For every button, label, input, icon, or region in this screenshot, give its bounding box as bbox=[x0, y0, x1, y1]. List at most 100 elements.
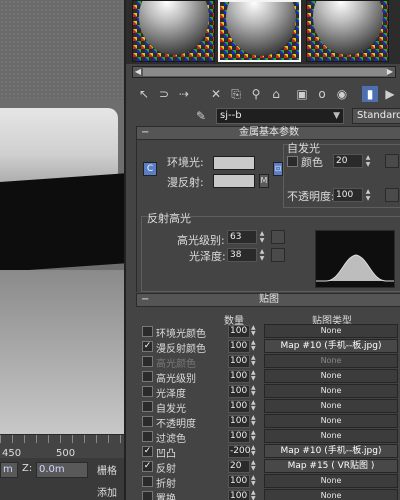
dropdown-arrow-icon[interactable]: ▼ bbox=[333, 109, 340, 123]
map-slot-button[interactable]: None bbox=[264, 354, 398, 368]
specular-level-map-button[interactable] bbox=[271, 230, 285, 244]
self-illum-value-field[interactable]: 20 bbox=[333, 154, 363, 168]
map-slot-button[interactable]: Map #15 ( VR贴图 ) bbox=[264, 459, 398, 473]
map-amount-field[interactable]: 100 bbox=[228, 475, 250, 488]
map-amount-field[interactable]: 100 bbox=[228, 355, 250, 368]
map-enable-checkbox[interactable] bbox=[142, 371, 153, 382]
material-name-field[interactable]: sj--b ▼ bbox=[216, 108, 344, 124]
map-enable-checkbox[interactable]: ✓ bbox=[142, 446, 153, 457]
sample-slot-scrollbar[interactable]: ◀ ▶ bbox=[132, 66, 396, 78]
sample-slot-1[interactable] bbox=[132, 0, 215, 62]
map-enable-checkbox[interactable] bbox=[142, 491, 153, 500]
map-amount-field[interactable]: 100 bbox=[228, 430, 250, 443]
spinner-arrows-icon[interactable]: ▲ ▼ bbox=[259, 230, 265, 244]
spinner-arrows-icon[interactable]: ▲ ▼ bbox=[251, 460, 257, 473]
map-amount-field[interactable]: 100 bbox=[228, 415, 250, 428]
spinner-arrows-icon[interactable]: ▲ ▼ bbox=[251, 340, 257, 353]
time-ruler[interactable]: 450 500 bbox=[0, 434, 124, 459]
spinner-arrows-icon[interactable]: ▲ ▼ bbox=[251, 415, 257, 428]
go-sibling-icon[interactable]: ▶ bbox=[382, 86, 398, 102]
map-slot-button[interactable]: None bbox=[264, 399, 398, 413]
phone-model-side[interactable] bbox=[0, 173, 124, 272]
map-slot-button[interactable]: None bbox=[264, 414, 398, 428]
spinner-arrows-icon[interactable]: ▲ ▼ bbox=[251, 400, 257, 413]
map-slot-button[interactable]: None bbox=[264, 384, 398, 398]
ambient-color-swatch[interactable] bbox=[213, 156, 255, 170]
map-enable-checkbox[interactable] bbox=[142, 356, 153, 367]
specular-level-field[interactable]: 63 bbox=[227, 230, 257, 244]
map-amount-field[interactable]: 100 bbox=[228, 400, 250, 413]
map-slot-button[interactable]: None bbox=[264, 429, 398, 443]
spinner-arrows-icon[interactable]: ▲ ▼ bbox=[251, 325, 257, 338]
reset-icon[interactable]: ✕ bbox=[208, 86, 224, 102]
glossiness-map-button[interactable] bbox=[271, 248, 285, 262]
get-material-icon[interactable]: ↖ bbox=[136, 86, 152, 102]
diffuse-map-button[interactable]: M bbox=[259, 174, 269, 188]
map-enable-checkbox[interactable]: ✓ bbox=[142, 461, 153, 472]
maps-rollout-header[interactable]: − 贴图 bbox=[136, 293, 400, 307]
map-amount-field[interactable]: 100 bbox=[228, 340, 250, 353]
scroll-right-icon[interactable]: ▶ bbox=[385, 67, 395, 77]
map-enable-checkbox[interactable] bbox=[142, 476, 153, 487]
map-amount-field[interactable]: 100 bbox=[228, 490, 250, 500]
go-parent-icon[interactable]: ▮ bbox=[362, 86, 378, 102]
spinner-arrows-icon[interactable]: ▲ ▼ bbox=[259, 248, 265, 262]
copy-icon[interactable]: ⎘ bbox=[228, 86, 244, 102]
show-end-icon[interactable]: ◉ bbox=[334, 86, 350, 102]
spinner-arrows-icon[interactable]: ▲ ▼ bbox=[251, 445, 257, 458]
map-enable-checkbox[interactable] bbox=[142, 416, 153, 427]
spinner-arrows-icon[interactable]: ▲ ▼ bbox=[365, 188, 371, 202]
map-amount-field[interactable]: 100 bbox=[228, 325, 250, 338]
add-time-tag-button[interactable]: 添加 bbox=[97, 484, 124, 500]
scroll-thumb[interactable] bbox=[143, 68, 387, 76]
spinner-arrows-icon[interactable]: ▲ ▼ bbox=[251, 490, 257, 500]
unique-icon[interactable]: ⚲ bbox=[248, 86, 264, 102]
map-slot-button[interactable]: None bbox=[264, 369, 398, 383]
material-id-icon[interactable]: ▣ bbox=[294, 86, 310, 102]
self-illum-color-checkbox[interactable] bbox=[287, 156, 298, 167]
self-illum-map-button[interactable] bbox=[385, 154, 399, 168]
collapse-icon[interactable]: − bbox=[141, 294, 149, 306]
z-coordinate-field[interactable]: 0.0m bbox=[36, 462, 88, 478]
put-to-scene-icon[interactable]: ⊃ bbox=[156, 86, 172, 102]
collapse-icon[interactable]: − bbox=[141, 127, 149, 139]
phone-model-base[interactable] bbox=[0, 270, 124, 434]
map-enable-checkbox[interactable] bbox=[142, 326, 153, 337]
map-amount-field[interactable]: 100 bbox=[228, 385, 250, 398]
sample-slot-3[interactable] bbox=[306, 0, 389, 62]
spinner-arrows-icon[interactable]: ▲ ▼ bbox=[251, 370, 257, 383]
map-enable-checkbox[interactable] bbox=[142, 401, 153, 412]
spinner-arrows-icon[interactable]: ▲ ▼ bbox=[251, 475, 257, 488]
x-coordinate-field[interactable]: m bbox=[0, 462, 18, 478]
map-amount-field[interactable]: 20 bbox=[228, 460, 250, 473]
spinner-arrows-icon[interactable]: ▲ ▼ bbox=[251, 355, 257, 368]
spinner-arrows-icon[interactable]: ▲ ▼ bbox=[251, 430, 257, 443]
sample-slot-2[interactable] bbox=[218, 0, 301, 62]
scroll-left-icon[interactable]: ◀ bbox=[133, 67, 143, 77]
map-slot-button[interactable]: Map #10 (手机--板.jpg) bbox=[264, 444, 398, 458]
map-amount-field[interactable]: 100 bbox=[228, 370, 250, 383]
map-enable-checkbox[interactable] bbox=[142, 431, 153, 442]
lock-icon[interactable]: ⊡ bbox=[273, 162, 283, 176]
map-slot-button[interactable]: None bbox=[264, 474, 398, 488]
map-slot-button[interactable]: None bbox=[264, 324, 398, 338]
opacity-value-field[interactable]: 100 bbox=[333, 188, 363, 202]
glossiness-field[interactable]: 38 bbox=[227, 248, 257, 262]
assign-icon[interactable]: ⇢ bbox=[176, 86, 192, 102]
lock-ambient-button[interactable]: C bbox=[143, 162, 157, 176]
diffuse-color-swatch[interactable] bbox=[213, 174, 255, 188]
map-slot-button[interactable]: Map #10 (手机--板.jpg) bbox=[264, 339, 398, 353]
spinner-arrows-icon[interactable]: ▲ ▼ bbox=[365, 154, 371, 168]
spinner-arrows-icon[interactable]: ▲ ▼ bbox=[251, 385, 257, 398]
show-map-icon[interactable]: o bbox=[314, 86, 330, 102]
map-slot-button[interactable]: None bbox=[264, 489, 398, 500]
eyedropper-icon[interactable]: ✎ bbox=[196, 109, 206, 123]
map-enable-checkbox[interactable]: ✓ bbox=[142, 341, 153, 352]
metal-params-rollout-header[interactable]: − 金属基本参数 bbox=[136, 126, 400, 140]
viewport-perspective[interactable] bbox=[0, 0, 124, 434]
put-library-icon[interactable]: ⌂ bbox=[268, 86, 284, 102]
map-enable-checkbox[interactable] bbox=[142, 386, 153, 397]
opacity-map-button[interactable] bbox=[385, 188, 399, 202]
material-type-button[interactable]: Standard bbox=[352, 108, 400, 124]
map-amount-field[interactable]: -200 bbox=[228, 445, 250, 458]
